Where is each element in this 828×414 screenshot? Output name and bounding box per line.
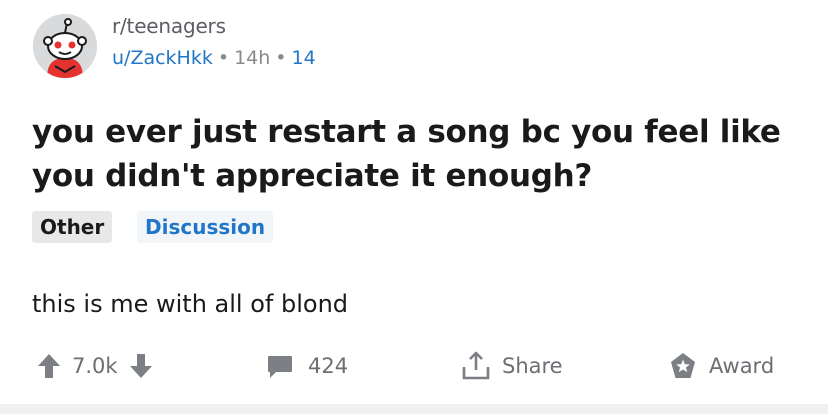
flair-discussion[interactable]: Discussion [137,211,274,243]
share-button[interactable]: Share [460,346,563,386]
avatar[interactable] [33,14,97,78]
meta-separator: • [275,47,287,69]
comment-count: 424 [308,354,349,378]
author-username[interactable]: u/ZackHkk [112,47,213,69]
flair-other[interactable]: Other [32,211,113,243]
arrow-down-icon[interactable] [128,352,154,380]
award-star-icon [667,350,699,382]
award-button[interactable]: Award [667,346,774,386]
comments-button[interactable]: 424 [266,346,348,386]
share-label: Share [502,354,563,378]
vote-controls: 7.0k [36,346,154,386]
post-meta: u/ZackHkk • 14h • 14 [112,47,316,69]
post-time: 14h [234,47,271,69]
snoo-avatar-icon [33,14,97,78]
post-body: this is me with all of blond [32,290,349,318]
meta-separator: • [217,47,230,69]
vote-count: 7.0k [72,354,118,378]
arrow-up-icon[interactable] [36,352,62,380]
award-label: Award [709,354,775,378]
share-upload-icon [460,350,492,382]
subreddit-name[interactable]: r/teenagers [112,14,226,38]
post-title[interactable]: you ever just restart a song bc you feel… [32,110,802,198]
comment-bubble-icon [266,352,294,380]
author-score: 14 [291,47,316,69]
footer-divider [0,404,828,414]
